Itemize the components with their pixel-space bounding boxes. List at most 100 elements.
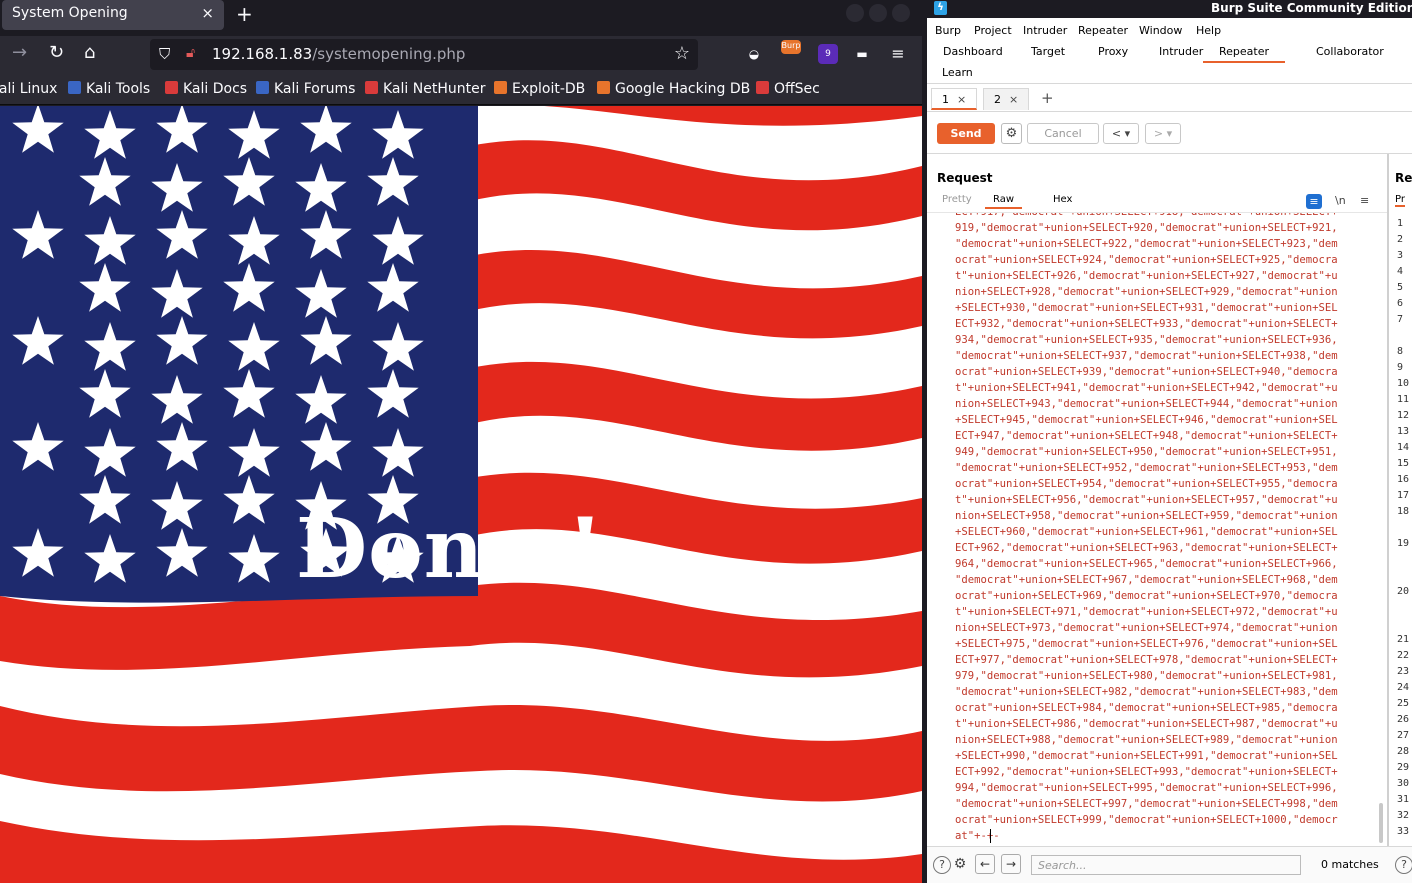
line-number: 24	[1397, 682, 1410, 693]
search-settings-gear-icon[interactable]: ⚙	[951, 856, 969, 874]
minimize-icon[interactable]	[846, 4, 864, 22]
line-number: 28	[1397, 746, 1410, 757]
browser-tab[interactable]: System Opening ×	[2, 0, 224, 30]
flag-star	[156, 528, 208, 577]
view-pretty[interactable]: Pretty	[942, 194, 972, 205]
line-number: 31	[1397, 794, 1410, 805]
menu-window[interactable]: Window	[1139, 24, 1182, 37]
response-help-icon[interactable]: ?	[1395, 856, 1412, 874]
line-number: 14	[1397, 442, 1410, 453]
kali-forums-icon	[256, 81, 269, 94]
line-number: 20	[1397, 586, 1410, 597]
editor-menu-icon[interactable]: ≡	[1360, 194, 1369, 207]
send-button[interactable]: Send	[937, 123, 995, 144]
menu-project[interactable]: Project	[974, 24, 1012, 37]
bookmark-exploit-db[interactable]: Exploit-DB	[494, 81, 585, 97]
menu-burp[interactable]: Burp	[935, 24, 961, 37]
flag-star	[367, 157, 419, 206]
editor-scrollbar[interactable]	[1379, 803, 1383, 843]
history-back-button[interactable]: < ▾	[1103, 123, 1139, 144]
response-title: Re	[1395, 171, 1412, 185]
kali-nethunter-icon	[365, 81, 378, 94]
new-tab-button[interactable]: +	[236, 2, 253, 26]
forward-icon[interactable]: →	[12, 42, 27, 63]
extension-badge-icon[interactable]: 9	[818, 44, 838, 64]
ghdb-icon	[597, 81, 610, 94]
tab-title: System Opening	[12, 5, 128, 21]
menu-icon[interactable]: ≡	[888, 44, 908, 64]
search-input[interactable]: Search...	[1031, 855, 1301, 875]
flag-star	[84, 534, 136, 583]
menu-intruder[interactable]: Intruder	[1023, 24, 1067, 37]
bookmarks-toolbar: Kali Linux Kali Tools Kali Docs Kali For…	[0, 74, 922, 105]
close-tab-icon[interactable]: ×	[957, 93, 966, 106]
close-window-icon[interactable]	[892, 4, 910, 22]
tracking-shield-icon[interactable]: ⛉	[159, 45, 170, 63]
flag-star	[223, 475, 275, 524]
newline-toggle[interactable]: \n	[1335, 194, 1346, 207]
line-number: 12	[1397, 410, 1410, 421]
word-wrap-icon[interactable]: ≡	[1306, 194, 1322, 209]
line-number: 26	[1397, 714, 1410, 725]
tab-proxy[interactable]: Proxy	[1098, 45, 1128, 58]
firefox-window: System Opening × + → ↻ ⌂ ⛉ 🔓︎ 192.168.1.…	[0, 0, 922, 883]
request-body: ECT+917,"democrat"+union+SELECT+918,"dem…	[955, 212, 1338, 842]
bookmark-kali-docs[interactable]: Kali Docs	[165, 81, 247, 97]
line-number: 22	[1397, 650, 1410, 661]
url-text: 192.168.1.83/systemopening.php	[212, 45, 466, 63]
flag-star	[79, 157, 131, 206]
flag-star	[151, 375, 203, 424]
flag-star	[12, 106, 64, 153]
bookmark-star-icon[interactable]: ☆	[674, 43, 690, 64]
menu-help[interactable]: Help	[1196, 24, 1221, 37]
tab-dashboard[interactable]: Dashboard	[943, 45, 1003, 58]
close-tab-icon[interactable]: ×	[1009, 93, 1018, 106]
flag-star	[228, 110, 280, 159]
reload-icon[interactable]: ↻	[49, 42, 64, 63]
burp-extension-icon[interactable]: Burp	[781, 40, 801, 54]
request-view-tabs: Pretty Raw Hex ≡ \n ≡	[927, 192, 1387, 210]
history-forward-button[interactable]: > ▾	[1145, 123, 1181, 144]
help-icon[interactable]: ?	[933, 856, 951, 874]
flag-star	[228, 216, 280, 265]
flag-star	[300, 106, 352, 153]
bookmark-google-hacking-db[interactable]: Google Hacking DB	[597, 81, 750, 97]
tab-repeater[interactable]: Repeater	[1203, 45, 1286, 63]
repeater-tab-1[interactable]: 1 ×	[931, 88, 978, 110]
previous-match-icon[interactable]: ←	[975, 854, 995, 874]
next-match-icon[interactable]: →	[1001, 854, 1021, 874]
hat-extension-icon[interactable]: ▬	[852, 44, 872, 64]
repeater-tab-2[interactable]: 2 ×	[983, 88, 1030, 110]
response-view-pretty[interactable]: Pr	[1395, 194, 1405, 207]
insecure-lock-icon[interactable]: 🔓︎	[186, 45, 195, 61]
menu-repeater[interactable]: Repeater	[1078, 24, 1128, 37]
url-bar[interactable]: ⛉ 🔓︎ 192.168.1.83/systemopening.php ☆	[150, 39, 698, 70]
flag-star	[228, 534, 280, 583]
bookmark-kali-forums[interactable]: Kali Forums	[256, 81, 355, 97]
request-editor[interactable]: ECT+917,"democrat"+union+SELECT+918,"dem…	[927, 212, 1387, 846]
home-icon[interactable]: ⌂	[84, 42, 95, 63]
tab-intruder[interactable]: Intruder	[1159, 45, 1203, 58]
flag-star	[151, 163, 203, 212]
maximize-icon[interactable]	[869, 4, 887, 22]
cancel-button[interactable]: Cancel	[1027, 123, 1099, 144]
tab-target[interactable]: Target	[1031, 45, 1065, 58]
settings-gear-icon[interactable]: ⚙	[1001, 123, 1022, 144]
bookmark-kali-tools[interactable]: Kali Tools	[68, 81, 150, 97]
flag-star	[295, 163, 347, 212]
match-count: 0 matches	[1321, 858, 1379, 871]
pocket-icon[interactable]: ◒	[744, 44, 764, 64]
line-number: 4	[1397, 266, 1404, 277]
view-hex[interactable]: Hex	[1053, 194, 1072, 205]
close-tab-icon[interactable]: ×	[201, 4, 214, 22]
tab-learn[interactable]: Learn	[942, 66, 973, 79]
bookmark-kali-linux[interactable]: Kali Linux	[0, 81, 57, 97]
add-tab-button[interactable]: +	[1041, 89, 1054, 107]
repeater-tabs: 1 × 2 × +	[927, 86, 1412, 112]
line-number: 18	[1397, 506, 1410, 517]
bookmark-offsec[interactable]: OffSec	[756, 81, 820, 97]
tab-collaborator[interactable]: Collaborator	[1316, 45, 1384, 58]
line-number: 32	[1397, 810, 1410, 821]
bookmark-kali-nethunter[interactable]: Kali NetHunter	[365, 81, 485, 97]
view-raw[interactable]: Raw	[985, 194, 1023, 209]
